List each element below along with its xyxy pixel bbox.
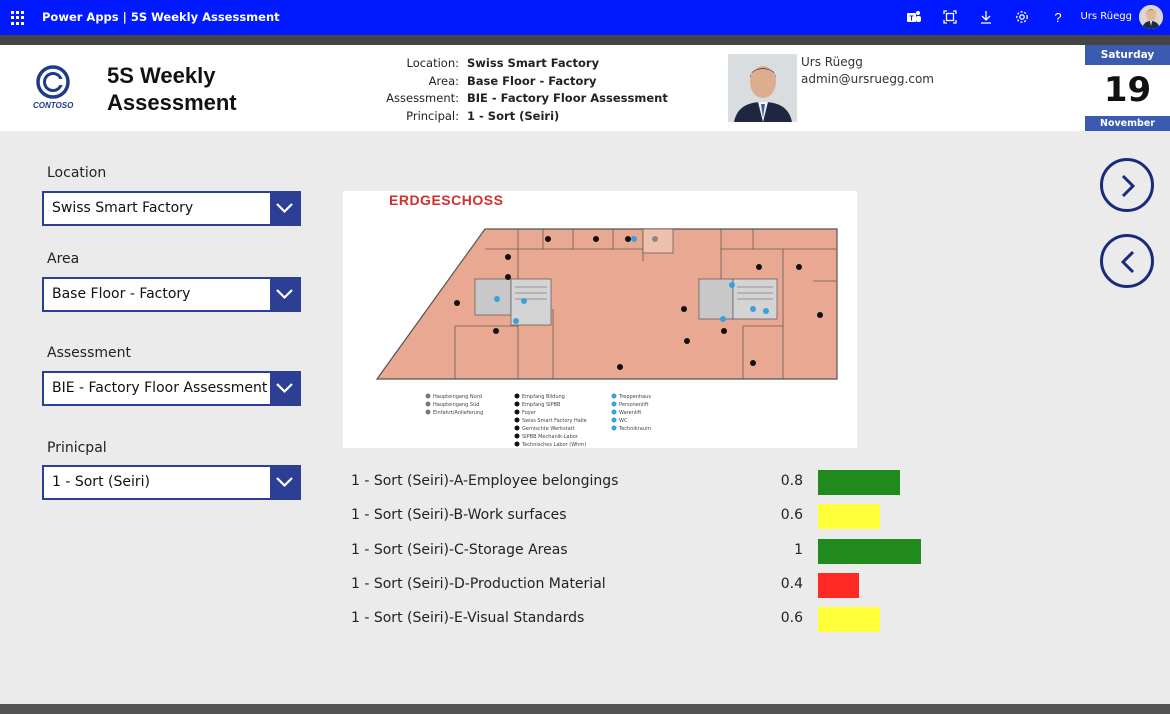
dropdown-value: BIE - Factory Floor Assessment [52, 380, 268, 396]
score-row: 1 - Sort (Seiri)-D-Production Material 0… [351, 573, 951, 598]
date-month: November [1085, 116, 1170, 131]
score-row: 1 - Sort (Seiri)-B-Work surfaces 0.6 [351, 504, 951, 529]
chevron-down-icon[interactable] [270, 193, 299, 224]
floor-plan-drawing: Haupteingang Nord Haupteingang Süd Einfa… [375, 228, 838, 448]
help-icon[interactable]: ? [1049, 8, 1067, 26]
app-title: Power Apps | 5S Weekly Assessment [42, 10, 280, 24]
svg-text:WC: WC [619, 418, 628, 424]
svg-text:Foyer: Foyer [522, 410, 537, 416]
svg-text:Haupteingang Süd: Haupteingang Süd [433, 402, 479, 408]
download-icon[interactable] [977, 8, 995, 26]
chevron-down-icon[interactable] [270, 373, 299, 404]
person-email: admin@ursruegg.com [801, 72, 934, 86]
score-label: 1 - Sort (Seiri)-B-Work surfaces [351, 507, 567, 523]
chevron-right-icon [1121, 174, 1136, 198]
svg-text:T: T [909, 16, 914, 23]
info-value: 1 - Sort (Seiri) [467, 108, 560, 123]
svg-text:Personenlift: Personenlift [619, 402, 648, 408]
score-value: 0.8 [780, 473, 803, 489]
score-bar [818, 504, 880, 529]
dropdown-value: Base Floor - Factory [52, 286, 191, 302]
chevron-down-icon[interactable] [270, 467, 299, 498]
info-row-area: Area: Base Floor - Factory [380, 73, 668, 91]
svg-text:Empfang SIPBB: Empfang SIPBB [522, 402, 561, 408]
user-photo [728, 54, 797, 122]
svg-text:Warenlift: Warenlift [619, 410, 641, 416]
principal-dropdown[interactable]: 1 - Sort (Seiri) [42, 465, 301, 500]
score-bar [818, 470, 900, 495]
chevron-down-icon[interactable] [270, 279, 299, 310]
score-value: 0.4 [780, 576, 803, 592]
score-value: 1 [794, 542, 803, 558]
page-title: 5S Weekly Assessment [107, 63, 237, 115]
assessment-info: Location: Swiss Smart Factory Area: Base… [380, 55, 668, 125]
score-row: 1 - Sort (Seiri)-C-Storage Areas 1 [351, 539, 951, 564]
floor-plan-image: ERDGESCHOSS Haupteingang Nord Haupteinga… [343, 191, 857, 448]
waffle-icon[interactable] [11, 11, 25, 25]
score-bar [818, 607, 880, 632]
info-label: Assessment: [386, 91, 459, 105]
area-dropdown[interactable]: Base Floor - Factory [42, 277, 301, 312]
logo-text: CONTOSO [33, 101, 74, 110]
score-label: 1 - Sort (Seiri)-C-Storage Areas [351, 542, 568, 558]
location-label: Location [47, 165, 107, 181]
top-bar: Power Apps | 5S Weekly Assessment T ? Ur… [0, 0, 1170, 35]
area-label: Area [47, 251, 80, 267]
chevron-left-icon [1120, 250, 1135, 274]
svg-text:Empfang Bildung: Empfang Bildung [522, 394, 565, 400]
score-bar [818, 573, 859, 598]
dropdown-value: 1 - Sort (Seiri) [52, 474, 150, 490]
principal-label: Prinicpal [47, 440, 107, 456]
info-value: Base Floor - Factory [467, 73, 597, 88]
bottom-bar [0, 704, 1170, 714]
svg-text:Treppenhaus: Treppenhaus [618, 394, 651, 400]
teams-icon[interactable]: T [905, 8, 923, 26]
header: CONTOSO 5S Weekly Assessment Location: S… [0, 45, 1085, 131]
date-panel: Saturday 19 November [1085, 45, 1170, 131]
assessment-label: Assessment [47, 345, 131, 361]
next-button[interactable] [1100, 158, 1154, 212]
info-row-location: Location: Swiss Smart Factory [380, 55, 668, 73]
assessment-dropdown[interactable]: BIE - Factory Floor Assessment [42, 371, 301, 406]
info-value: BIE - Factory Floor Assessment [467, 91, 668, 105]
settings-icon[interactable] [1013, 8, 1031, 26]
info-row-principal: Principal: 1 - Sort (Seiri) [380, 108, 668, 126]
user-avatar[interactable] [1139, 5, 1163, 29]
fit-screen-icon[interactable] [941, 8, 959, 26]
info-label: Location: [406, 56, 459, 70]
person-name: Urs Rüegg [801, 55, 863, 69]
svg-text:Technikraum: Technikraum [618, 426, 651, 432]
info-value: Swiss Smart Factory [467, 56, 600, 70]
score-row: 1 - Sort (Seiri)-A-Employee belongings 0… [351, 470, 951, 495]
score-row: 1 - Sort (Seiri)-E-Visual Standards 0.6 [351, 607, 951, 632]
svg-text:Technisches Labor (Whm): Technisches Labor (Whm) [521, 442, 586, 448]
score-label: 1 - Sort (Seiri)-A-Employee belongings [351, 473, 619, 489]
svg-text:Gemischte Werkstatt: Gemischte Werkstatt [522, 426, 575, 432]
info-label: Principal: [406, 108, 459, 123]
date-day: 19 [1103, 70, 1152, 110]
topbar-user-name[interactable]: Urs Rüegg [1080, 11, 1132, 22]
location-dropdown[interactable]: Swiss Smart Factory [42, 191, 301, 226]
dropdown-value: Swiss Smart Factory [52, 200, 194, 216]
svg-text:SIPBB Mechanik-Labor: SIPBB Mechanik-Labor [522, 434, 579, 440]
score-bar [818, 539, 921, 564]
score-label: 1 - Sort (Seiri)-E-Visual Standards [351, 610, 585, 626]
back-button[interactable] [1100, 234, 1154, 288]
score-label: 1 - Sort (Seiri)-D-Production Material [351, 576, 606, 592]
svg-text:Haupteingang Nord: Haupteingang Nord [433, 394, 482, 400]
svg-text:Einfahrt/Anlieferung: Einfahrt/Anlieferung [433, 410, 483, 416]
info-label: Area: [428, 73, 459, 88]
date-weekday: Saturday [1085, 45, 1170, 65]
info-row-assessment: Assessment: BIE - Factory Floor Assessme… [380, 90, 668, 108]
score-value: 0.6 [780, 507, 803, 523]
header-divider [0, 35, 1170, 45]
score-value: 0.6 [780, 610, 803, 626]
svg-text:Swiss Smart Factory Halle: Swiss Smart Factory Halle [522, 418, 587, 424]
